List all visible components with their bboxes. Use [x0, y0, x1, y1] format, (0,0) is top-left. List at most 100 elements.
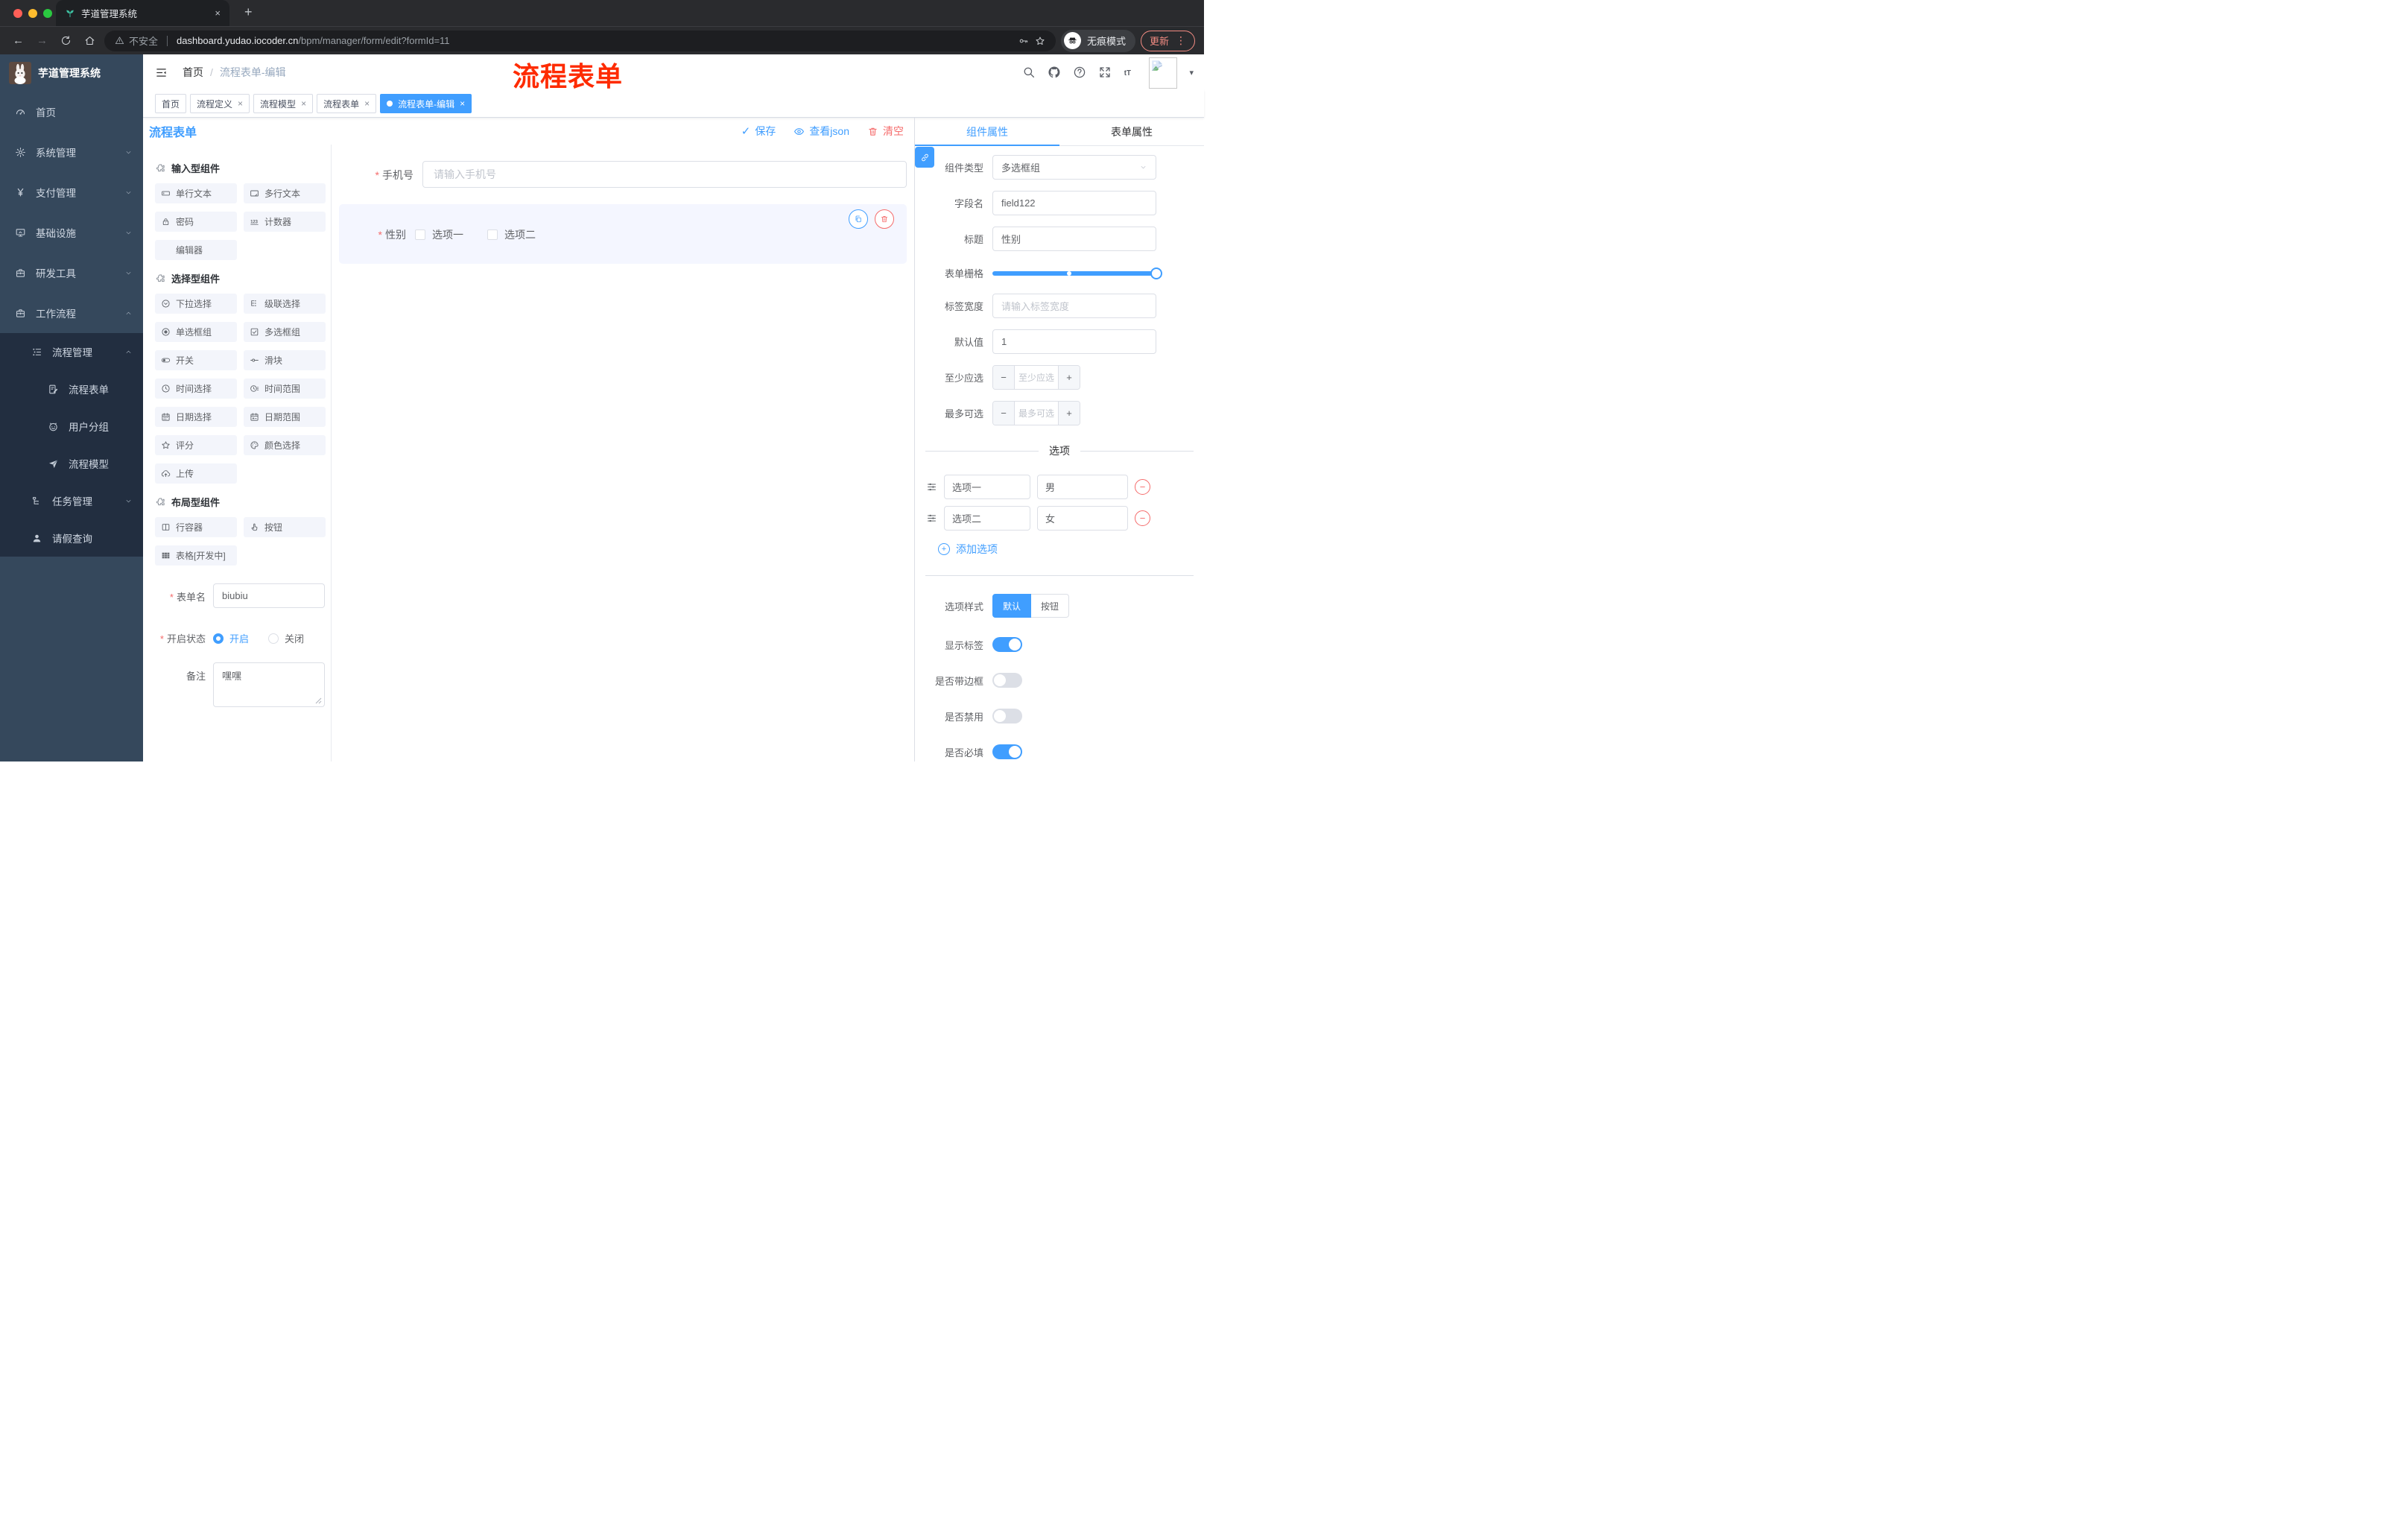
field-phone[interactable]: 手机号 请输入手机号: [339, 161, 907, 188]
plus-button[interactable]: +: [1058, 366, 1080, 389]
tab-form-props[interactable]: 表单属性: [1059, 118, 1204, 145]
menu-fold-icon[interactable]: [148, 66, 175, 79]
tag-process-model[interactable]: 流程模型 ×: [253, 94, 314, 113]
security-chip[interactable]: 不安全: [115, 34, 158, 48]
browser-tab[interactable]: 芋道管理系统 ×: [56, 0, 229, 26]
close-icon[interactable]: ×: [364, 98, 370, 109]
back-icon[interactable]: ←: [9, 34, 28, 47]
checkbox-option2[interactable]: [487, 229, 498, 240]
view-json-button[interactable]: 查看json: [793, 124, 849, 139]
component-item-editor[interactable]: 编辑器: [155, 240, 237, 260]
checkbox-option1[interactable]: [415, 229, 425, 240]
slider-thumb[interactable]: [1150, 267, 1162, 279]
text-size-icon[interactable]: tT: [1124, 66, 1137, 79]
question-icon[interactable]: [1073, 66, 1086, 79]
close-icon[interactable]: ×: [238, 98, 243, 109]
style-default-button[interactable]: 默认: [992, 594, 1032, 618]
component-item-multi-line-text[interactable]: 多行文本: [244, 183, 326, 203]
tag-home[interactable]: 首页: [155, 94, 187, 113]
plus-button[interactable]: +: [1058, 402, 1080, 425]
sidebar-item-workflow[interactable]: 工作流程: [0, 293, 143, 333]
minimize-window-button[interactable]: [28, 8, 37, 18]
min-select-input[interactable]: 至少应选: [1015, 366, 1058, 389]
form-remark-textarea[interactable]: 嘿嘿: [213, 662, 325, 707]
title-input[interactable]: 性别: [992, 227, 1156, 251]
style-button-button[interactable]: 按钮: [1031, 594, 1070, 618]
component-item-date-picker[interactable]: 日期选择: [155, 407, 237, 427]
component-item-single-line-text[interactable]: 单行文本: [155, 183, 237, 203]
copy-component-button[interactable]: [849, 209, 868, 229]
tag-process-form-edit[interactable]: 流程表单-编辑 ×: [380, 94, 472, 113]
sidebar-item-devtools[interactable]: 研发工具: [0, 253, 143, 293]
disabled-toggle[interactable]: [992, 709, 1022, 723]
new-tab-button[interactable]: +: [238, 3, 259, 22]
grid-slider[interactable]: [992, 267, 1162, 279]
component-item-table[interactable]: 表格[开发中]: [155, 545, 237, 566]
key-icon[interactable]: [1018, 36, 1029, 46]
component-item-cascader[interactable]: 级联选择: [244, 294, 326, 314]
component-item-rate[interactable]: 评分: [155, 435, 237, 455]
component-item-color-picker[interactable]: 颜色选择: [244, 435, 326, 455]
sidebar-item-process-form[interactable]: 流程表单: [0, 370, 143, 408]
component-item-date-range[interactable]: 日期范围: [244, 407, 326, 427]
save-button[interactable]: ✓ 保存: [741, 124, 776, 139]
option-value-input[interactable]: 女: [1037, 506, 1128, 531]
delete-component-button[interactable]: [875, 209, 894, 229]
label-width-input[interactable]: 请输入标签宽度: [992, 294, 1156, 318]
component-item-upload[interactable]: 上传: [155, 463, 237, 484]
resize-handle-icon[interactable]: [315, 697, 322, 704]
field-name-input[interactable]: field122: [992, 191, 1156, 215]
component-item-checkbox-group[interactable]: 多选框组: [244, 322, 326, 342]
tag-process-form[interactable]: 流程表单 ×: [317, 94, 377, 113]
app-logo[interactable]: 芋道管理系统: [0, 54, 143, 92]
sidebar-item-leave-query[interactable]: 请假查询: [0, 519, 143, 557]
sidebar-item-payment[interactable]: 支付管理: [0, 172, 143, 212]
caret-down-icon[interactable]: ▾: [1189, 68, 1194, 77]
component-item-counter[interactable]: 123 计数器: [244, 212, 326, 232]
sidebar-item-process-model[interactable]: 流程模型: [0, 445, 143, 482]
show-label-toggle[interactable]: [992, 637, 1022, 652]
minus-button[interactable]: −: [993, 402, 1015, 425]
component-item-time-picker[interactable]: 时间选择: [155, 379, 237, 399]
avatar[interactable]: [1149, 57, 1178, 89]
option-name-input[interactable]: 选项一: [944, 475, 1030, 499]
fullscreen-icon[interactable]: [1098, 66, 1112, 79]
zoom-window-button[interactable]: [43, 8, 52, 18]
close-icon[interactable]: ×: [215, 7, 221, 19]
sidebar-item-home[interactable]: 首页: [0, 92, 143, 132]
component-item-time-range[interactable]: 时间范围: [244, 379, 326, 399]
close-icon[interactable]: ×: [460, 98, 465, 109]
close-icon[interactable]: ×: [301, 98, 306, 109]
update-button[interactable]: 更新 ⋮: [1140, 30, 1195, 51]
clear-button[interactable]: 清空: [867, 124, 904, 139]
component-item-password[interactable]: 密码: [155, 212, 237, 232]
add-option-button[interactable]: + 添加选项: [938, 542, 1204, 557]
tag-process-def[interactable]: 流程定义 ×: [190, 94, 250, 113]
component-item-button[interactable]: 按钮: [244, 517, 326, 537]
component-item-row-container[interactable]: 行容器: [155, 517, 237, 537]
breadcrumb-home[interactable]: 首页: [183, 65, 203, 80]
bookmark-star-icon[interactable]: [1035, 36, 1045, 46]
required-toggle[interactable]: [992, 744, 1022, 759]
link-icon[interactable]: [915, 147, 934, 168]
form-name-input[interactable]: biubiu: [213, 583, 325, 608]
component-type-select[interactable]: 多选框组: [992, 155, 1156, 180]
sidebar-item-process-mgmt[interactable]: 流程管理: [0, 333, 143, 370]
field-gender-selected[interactable]: 性别 选项一 选项二: [339, 204, 907, 264]
option-value-input[interactable]: 男: [1037, 475, 1128, 499]
sidebar-item-system[interactable]: 系统管理: [0, 132, 143, 172]
github-icon[interactable]: [1048, 66, 1061, 79]
component-item-select[interactable]: 下拉选择: [155, 294, 237, 314]
remove-option-button[interactable]: −: [1135, 479, 1150, 495]
home-icon[interactable]: [80, 35, 99, 46]
url-bar[interactable]: 不安全 dashboard.yudao.iocoder.cn/bpm/manag…: [104, 30, 1056, 51]
drag-handle-icon[interactable]: [926, 481, 937, 493]
drag-handle-icon[interactable]: [926, 513, 937, 524]
component-item-switch[interactable]: 开关: [155, 350, 237, 370]
tab-component-props[interactable]: 组件属性: [915, 118, 1059, 146]
sidebar-item-task-mgmt[interactable]: 任务管理: [0, 482, 143, 519]
component-item-slider[interactable]: 滑块: [244, 350, 326, 370]
border-toggle[interactable]: [992, 673, 1022, 688]
phone-input[interactable]: 请输入手机号: [422, 161, 907, 188]
search-icon[interactable]: [1022, 66, 1036, 79]
